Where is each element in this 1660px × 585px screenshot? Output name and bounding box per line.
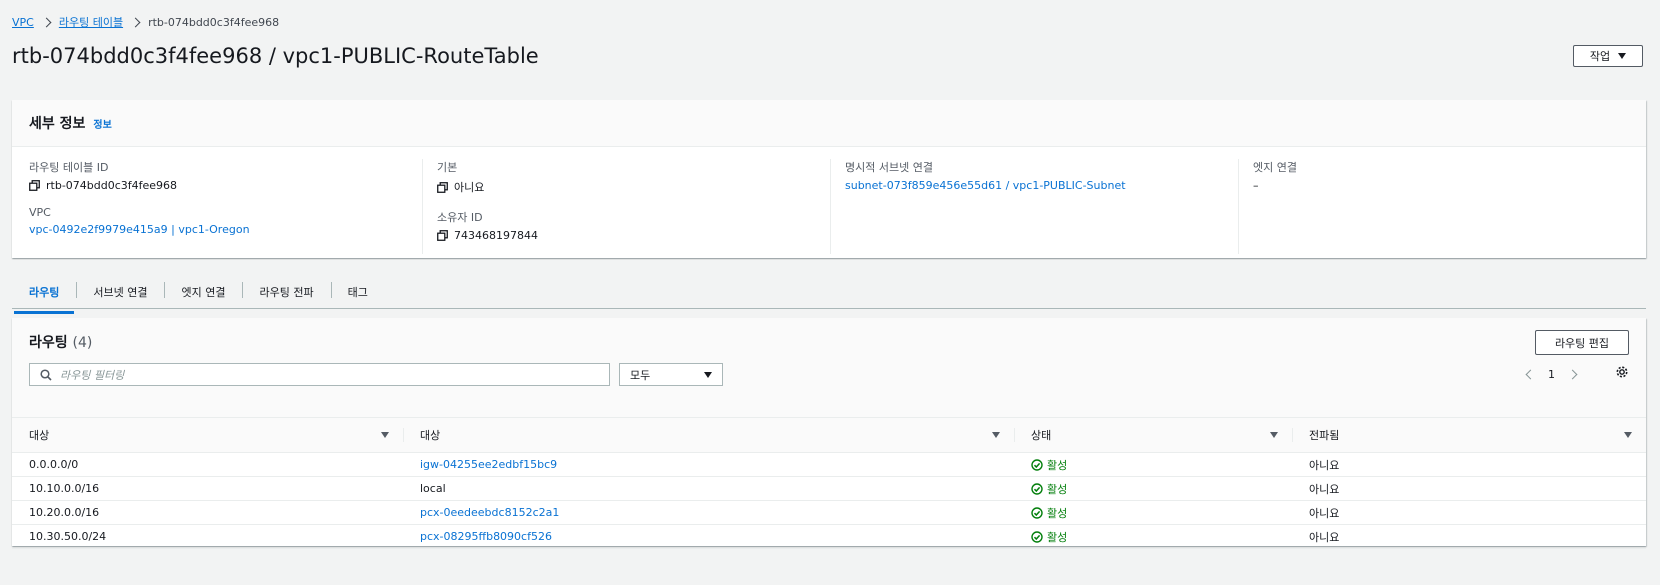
next-page-icon[interactable]	[1567, 369, 1578, 380]
main-label: 기본	[437, 161, 458, 174]
column-header-target[interactable]: 대상	[403, 418, 1014, 453]
breadcrumb-vpc[interactable]: VPC	[12, 16, 34, 29]
search-icon	[40, 368, 52, 381]
details-column-3: 명시적 서브넷 연결 subnet-073f859e456e55d61 / vp…	[831, 159, 1239, 254]
route-target-link[interactable]: igw-04255ee2edbf15bc9	[420, 458, 557, 471]
caret-down-icon	[1618, 53, 1627, 59]
column-header-status[interactable]: 상태	[1014, 418, 1292, 453]
tab-subnet-associations[interactable]: 서브넷 연결	[76, 278, 164, 308]
route-filter-input[interactable]: 라우팅 필터링	[29, 363, 610, 386]
sort-icon[interactable]	[381, 432, 389, 438]
status-badge: 활성	[1031, 481, 1292, 497]
routes-heading-text: 라우팅	[29, 335, 68, 351]
status-badge: 활성	[1031, 457, 1292, 473]
chevron-right-icon	[41, 17, 52, 27]
routes-count: (4)	[72, 335, 93, 351]
route-destination: 10.10.0.0/16	[12, 476, 403, 501]
route-propagated: 아니요	[1292, 500, 1646, 525]
tab-edge-associations[interactable]: 엣지 연결	[164, 278, 242, 308]
route-propagated: 아니요	[1292, 452, 1646, 477]
details-column-4: 엣지 연결 –	[1239, 159, 1646, 254]
route-propagated: 아니요	[1292, 524, 1646, 549]
edge-association-label: 엣지 연결	[1253, 161, 1297, 174]
vpc-link[interactable]: vpc-0492e2f9979e415a9 | vpc1-Oregon	[29, 223, 250, 236]
check-circle-icon	[1031, 458, 1043, 471]
copy-icon[interactable]	[437, 181, 448, 193]
sort-icon[interactable]	[1624, 432, 1632, 438]
page-number[interactable]: 1	[1548, 368, 1555, 381]
status-text: 활성	[1047, 506, 1068, 520]
previous-page-icon[interactable]	[1525, 369, 1536, 380]
tab-tags[interactable]: 태그	[330, 278, 385, 308]
page-title: rtb-074bdd0c3f4fee968 / vpc1-PUBLIC-Rout…	[12, 44, 539, 68]
breadcrumb-route-tables[interactable]: 라우팅 테이블	[59, 14, 123, 30]
route-target: local	[403, 476, 1014, 501]
status-text: 활성	[1047, 458, 1068, 472]
tab-bar: 라우팅 서브넷 연결 엣지 연결 라우팅 전파 태그	[12, 278, 1646, 314]
route-table-id-value: rtb-074bdd0c3f4fee968	[46, 179, 178, 192]
route-target-link[interactable]: pcx-08295ffb8090cf526	[420, 530, 552, 543]
sort-icon[interactable]	[992, 432, 1000, 438]
route-table-id-label: 라우팅 테이블 ID	[29, 161, 109, 174]
breadcrumb: VPC 라우팅 테이블 rtb-074bdd0c3f4fee968	[12, 14, 280, 30]
table-row: 0.0.0.0/0 igw-04255ee2edbf15bc9 활성 아니요	[12, 452, 1646, 477]
pagination: 1	[1525, 368, 1578, 381]
status-text: 활성	[1047, 482, 1068, 496]
actions-button[interactable]: 작업	[1573, 45, 1643, 67]
explicit-subnet-link[interactable]: subnet-073f859e456e55d61 / vpc1-PUBLIC-S…	[845, 179, 1126, 192]
tab-route-propagation[interactable]: 라우팅 전파	[242, 278, 330, 308]
route-filter-placeholder: 라우팅 필터링	[60, 368, 125, 382]
status-badge: 활성	[1031, 505, 1292, 521]
route-propagated: 아니요	[1292, 476, 1646, 501]
edit-routes-button[interactable]: 라우팅 편집	[1535, 330, 1629, 355]
check-circle-icon	[1031, 530, 1043, 543]
actions-label: 작업	[1589, 50, 1611, 63]
table-row: 10.10.0.0/16 local 활성 아니요	[12, 476, 1646, 501]
explicit-subnet-label: 명시적 서브넷 연결	[845, 161, 933, 174]
check-circle-icon	[1031, 506, 1043, 519]
caret-down-icon	[704, 371, 712, 378]
details-heading: 세부 정보	[29, 116, 86, 132]
info-link[interactable]: 정보	[93, 116, 111, 131]
routes-panel: 라우팅 (4) 라우팅 편집 라우팅 필터링 모두 1 대상 대상 상태 전파됨	[12, 318, 1646, 549]
route-destination: 0.0.0.0/0	[12, 452, 403, 477]
route-target-link[interactable]: pcx-0eedeebdc8152c2a1	[420, 506, 559, 519]
sort-icon[interactable]	[1270, 432, 1278, 438]
route-destination: 10.20.0.0/16	[12, 500, 403, 525]
chevron-right-icon	[130, 17, 141, 27]
owner-id-label: 소유자 ID	[437, 211, 483, 224]
details-column-2: 기본 아니요 소유자 ID 743468197844	[423, 159, 831, 254]
status-text: 활성	[1047, 530, 1068, 544]
column-header-propagated[interactable]: 전파됨	[1292, 418, 1646, 453]
route-destination: 10.30.50.0/24	[12, 524, 403, 549]
edge-association-value: –	[1253, 179, 1259, 192]
details-header: 세부 정보 정보	[12, 100, 1646, 147]
gear-icon[interactable]	[1615, 365, 1629, 379]
column-header-destination[interactable]: 대상	[12, 418, 403, 453]
filter-select[interactable]: 모두	[619, 363, 723, 386]
vpc-label: VPC	[29, 206, 51, 219]
owner-id-value: 743468197844	[454, 229, 538, 242]
check-circle-icon	[1031, 482, 1043, 495]
details-column-1: 라우팅 테이블 ID rtb-074bdd0c3f4fee968 VPC vpc…	[12, 159, 423, 254]
filter-select-value: 모두	[630, 368, 651, 382]
copy-icon[interactable]	[437, 230, 448, 241]
routes-heading: 라우팅 (4)	[29, 332, 92, 352]
breadcrumb-current: rtb-074bdd0c3f4fee968	[148, 15, 280, 29]
routes-table: 대상 대상 상태 전파됨 0.0.0.0/0 igw-04255ee2edbf1…	[12, 418, 1646, 549]
details-panel: 세부 정보 정보 라우팅 테이블 ID rtb-074bdd0c3f4fee96…	[12, 100, 1646, 258]
copy-icon[interactable]	[29, 180, 40, 191]
main-value: 아니요	[454, 181, 485, 194]
table-row: 10.30.50.0/24 pcx-08295ffb8090cf526 활성 아…	[12, 524, 1646, 549]
status-badge: 활성	[1031, 529, 1292, 545]
tab-routes[interactable]: 라우팅	[12, 278, 76, 314]
table-row: 10.20.0.0/16 pcx-0eedeebdc8152c2a1 활성 아니…	[12, 500, 1646, 525]
